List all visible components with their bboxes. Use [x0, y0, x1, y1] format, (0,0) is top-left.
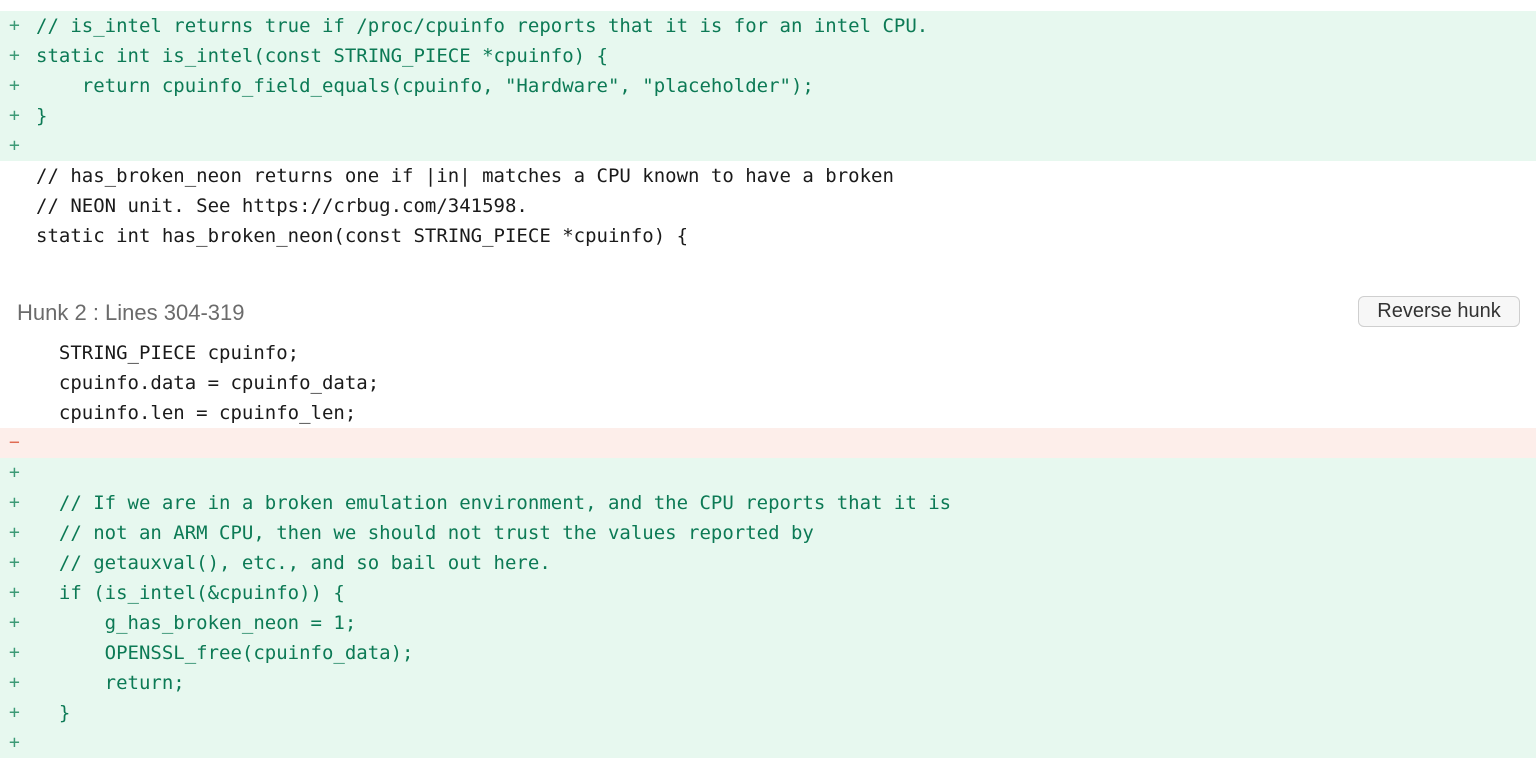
code-text: } [36, 105, 48, 127]
diff-line-added: + return; [0, 668, 1536, 698]
code-text: cpuinfo.data = cpuinfo_data; [36, 372, 380, 394]
hunk-1-lines: + // is_intel returns true if /proc/cpui… [0, 11, 1536, 251]
added-marker: + [9, 552, 20, 573]
code-text: static int has_broken_neon(const STRING_… [36, 225, 689, 247]
added-marker: + [9, 522, 20, 543]
diff-line-context: // NEON unit. See https://crbug.com/3415… [0, 191, 1536, 221]
added-marker: + [9, 732, 20, 753]
removed-marker: − [9, 432, 20, 453]
diff-line-added: + // If we are in a broken emulation env… [0, 488, 1536, 518]
code-text: g_has_broken_neon = 1; [36, 612, 357, 634]
added-marker: + [9, 462, 20, 483]
diff-view: + // is_intel returns true if /proc/cpui… [0, 0, 1536, 762]
added-marker: + [9, 582, 20, 603]
diff-line-added: + OPENSSL_free(cpuinfo_data); [0, 638, 1536, 668]
code-text: // is_intel returns true if /proc/cpuinf… [36, 15, 929, 37]
diff-line-context: // has_broken_neon returns one if |in| m… [0, 161, 1536, 191]
added-marker: + [9, 672, 20, 693]
added-marker: + [9, 612, 20, 633]
diff-line-context: static int has_broken_neon(const STRING_… [0, 221, 1536, 251]
code-text: STRING_PIECE cpuinfo; [36, 342, 300, 364]
diff-line-added: + // not an ARM CPU, then we should not … [0, 518, 1536, 548]
diff-line-added: + if (is_intel(&cpuinfo)) { [0, 578, 1536, 608]
hunk-2: Hunk 2 : Lines 304-319 Reverse hunk STRI… [0, 294, 1536, 758]
hunk-title: Hunk 2 : Lines 304-319 [17, 300, 245, 325]
diff-line-context: STRING_PIECE cpuinfo; [0, 338, 1536, 368]
code-text: if (is_intel(&cpuinfo)) { [36, 582, 345, 604]
code-text: cpuinfo.len = cpuinfo_len; [36, 402, 357, 424]
hunk-1: + // is_intel returns true if /proc/cpui… [0, 11, 1536, 251]
code-text: return cpuinfo_field_equals(cpuinfo, "Ha… [36, 75, 814, 97]
code-text: OPENSSL_free(cpuinfo_data); [36, 642, 414, 664]
diff-line-added: + // is_intel returns true if /proc/cpui… [0, 11, 1536, 41]
diff-line-context: cpuinfo.data = cpuinfo_data; [0, 368, 1536, 398]
code-text: // NEON unit. See https://crbug.com/3415… [36, 195, 528, 217]
diff-line-added: + static int is_intel(const STRING_PIECE… [0, 41, 1536, 71]
added-marker: + [9, 45, 20, 66]
code-text: // not an ARM CPU, then we should not tr… [36, 522, 814, 544]
diff-line-added: + } [0, 101, 1536, 131]
code-text: return; [36, 672, 185, 694]
code-text: // has_broken_neon returns one if |in| m… [36, 165, 894, 187]
added-marker: + [9, 135, 20, 156]
hunk-header: Hunk 2 : Lines 304-319 Reverse hunk [0, 294, 1536, 330]
diff-line-added: + } [0, 698, 1536, 728]
diff-line-removed: − [0, 428, 1536, 458]
hunk-2-lines: STRING_PIECE cpuinfo; cpuinfo.data = cpu… [0, 338, 1536, 758]
code-text: // getauxval(), etc., and so bail out he… [36, 552, 551, 574]
reverse-hunk-button[interactable]: Reverse hunk [1358, 296, 1520, 327]
code-text: static int is_intel(const STRING_PIECE *… [36, 45, 608, 67]
diff-line-added: + return cpuinfo_field_equals(cpuinfo, "… [0, 71, 1536, 101]
code-text: // If we are in a broken emulation envir… [36, 492, 952, 514]
added-marker: + [9, 702, 20, 723]
diff-line-added: + [0, 458, 1536, 488]
diff-line-added: + [0, 728, 1536, 758]
diff-line-added: + // getauxval(), etc., and so bail out … [0, 548, 1536, 578]
added-marker: + [9, 15, 20, 36]
added-marker: + [9, 642, 20, 663]
diff-line-context: cpuinfo.len = cpuinfo_len; [0, 398, 1536, 428]
added-marker: + [9, 105, 20, 126]
added-marker: + [9, 492, 20, 513]
added-marker: + [9, 75, 20, 96]
code-text: } [36, 702, 71, 724]
diff-line-added: + g_has_broken_neon = 1; [0, 608, 1536, 638]
diff-line-added: + [0, 131, 1536, 161]
